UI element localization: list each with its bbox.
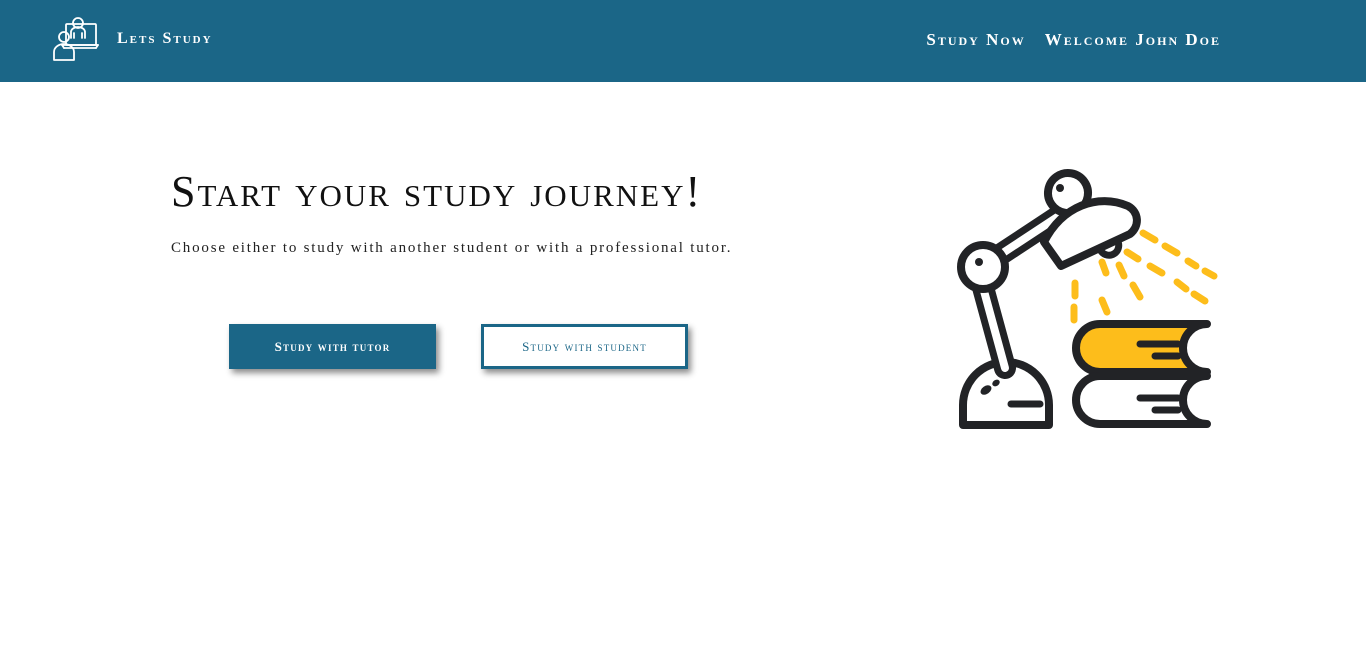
brand-name: Lets Study (117, 30, 213, 47)
hero-title: Start your study journey! (171, 167, 703, 216)
navbar: Lets Study Study Now Welcome John Doe (0, 0, 1366, 82)
nav-links: Study Now Welcome John Doe (926, 30, 1221, 50)
nav-link-study-now[interactable]: Study Now (926, 30, 1025, 50)
hero-subtitle: Choose either to study with another stud… (171, 240, 733, 256)
study-with-tutor-button[interactable]: Study with tutor (229, 324, 436, 369)
desk-lamp-books-icon (957, 169, 1218, 429)
online-tutor-icon (53, 17, 99, 61)
study-with-student-button[interactable]: Study with student (481, 324, 688, 369)
brand-link[interactable]: Lets Study (52, 16, 213, 62)
nav-link-welcome-user[interactable]: Welcome John Doe (1045, 30, 1221, 50)
